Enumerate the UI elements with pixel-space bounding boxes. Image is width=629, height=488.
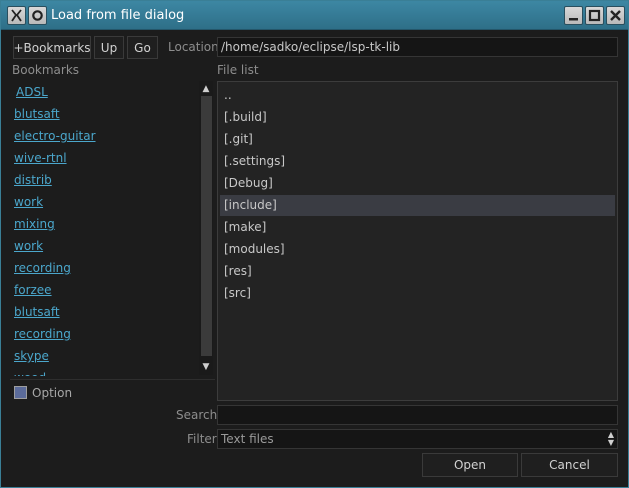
bookmark-item[interactable]: skype: [14, 348, 49, 364]
maximize-icon[interactable]: [585, 6, 604, 25]
bookmark-item[interactable]: recording: [14, 326, 71, 342]
window-title: Load from file dialog: [51, 8, 185, 23]
bookmarks-heading: Bookmarks: [12, 63, 80, 77]
file-item[interactable]: [modules]: [220, 239, 615, 260]
spin-arrows-icon[interactable]: ▲ ▼: [608, 431, 614, 447]
add-bookmark-button[interactable]: +Bookmarks: [13, 36, 91, 59]
bookmark-item[interactable]: forzee: [14, 282, 52, 298]
location-input[interactable]: /home/sadko/eclipse/lsp-tk-lib: [217, 37, 618, 57]
dialog-window: Load from file dialog +Bookmarks Up Go L…: [0, 0, 629, 488]
bookmark-item[interactable]: blutsaft: [14, 106, 60, 122]
go-button[interactable]: Go: [127, 36, 158, 59]
file-item[interactable]: [Debug]: [220, 173, 615, 194]
search-input[interactable]: [217, 405, 618, 425]
bookmark-item[interactable]: distrib: [14, 172, 52, 188]
up-button[interactable]: Up: [94, 36, 124, 59]
option-checkbox[interactable]: [14, 386, 27, 399]
bookmark-item[interactable]: mixing: [14, 216, 55, 232]
bookmark-item[interactable]: wive-rtnl: [14, 150, 67, 166]
scroll-down-icon[interactable]: ▼: [199, 360, 213, 374]
location-label: Location: [168, 40, 219, 54]
search-label: Search: [176, 408, 218, 422]
file-item[interactable]: [.git]: [220, 129, 615, 150]
file-item[interactable]: [make]: [220, 217, 615, 238]
open-button[interactable]: Open: [422, 453, 518, 477]
divider: [10, 379, 215, 380]
bookmarks-list[interactable]: ADSL blutsaft electro-guitar wive-rtnl d…: [10, 80, 215, 376]
bookmark-item[interactable]: electro-guitar: [14, 128, 96, 144]
close-icon[interactable]: [606, 6, 625, 25]
minimize-icon[interactable]: [564, 6, 583, 25]
file-list[interactable]: .. [.build] [.git] [.settings] [Debug] […: [217, 81, 618, 401]
cancel-button[interactable]: Cancel: [521, 453, 618, 477]
x-logo-icon[interactable]: [7, 6, 26, 25]
file-list-heading: File list: [217, 63, 259, 77]
file-item[interactable]: [.settings]: [220, 151, 615, 172]
ring-menu-icon[interactable]: [28, 6, 47, 25]
file-item[interactable]: ..: [220, 85, 615, 106]
bookmark-item[interactable]: work: [14, 194, 43, 210]
filter-value: Text files: [221, 432, 274, 446]
filter-select[interactable]: Text files ▲ ▼: [217, 429, 618, 449]
bookmark-item[interactable]: work: [14, 238, 43, 254]
file-item[interactable]: [src]: [220, 283, 615, 304]
filter-label: Filter: [187, 432, 217, 446]
scroll-up-icon[interactable]: ▲: [199, 82, 213, 96]
option-label: Option: [32, 386, 73, 400]
file-item[interactable]: [.build]: [220, 107, 615, 128]
bookmark-item[interactable]: blutsaft: [14, 304, 60, 320]
file-item-selected[interactable]: [include]: [220, 195, 615, 216]
bookmark-item[interactable]: wood: [14, 370, 46, 376]
title-bar[interactable]: Load from file dialog: [1, 1, 628, 30]
bookmark-item[interactable]: recording: [14, 260, 71, 276]
bookmark-item[interactable]: ADSL: [16, 84, 48, 100]
scrollbar-thumb[interactable]: [201, 96, 212, 356]
file-item[interactable]: [res]: [220, 261, 615, 282]
